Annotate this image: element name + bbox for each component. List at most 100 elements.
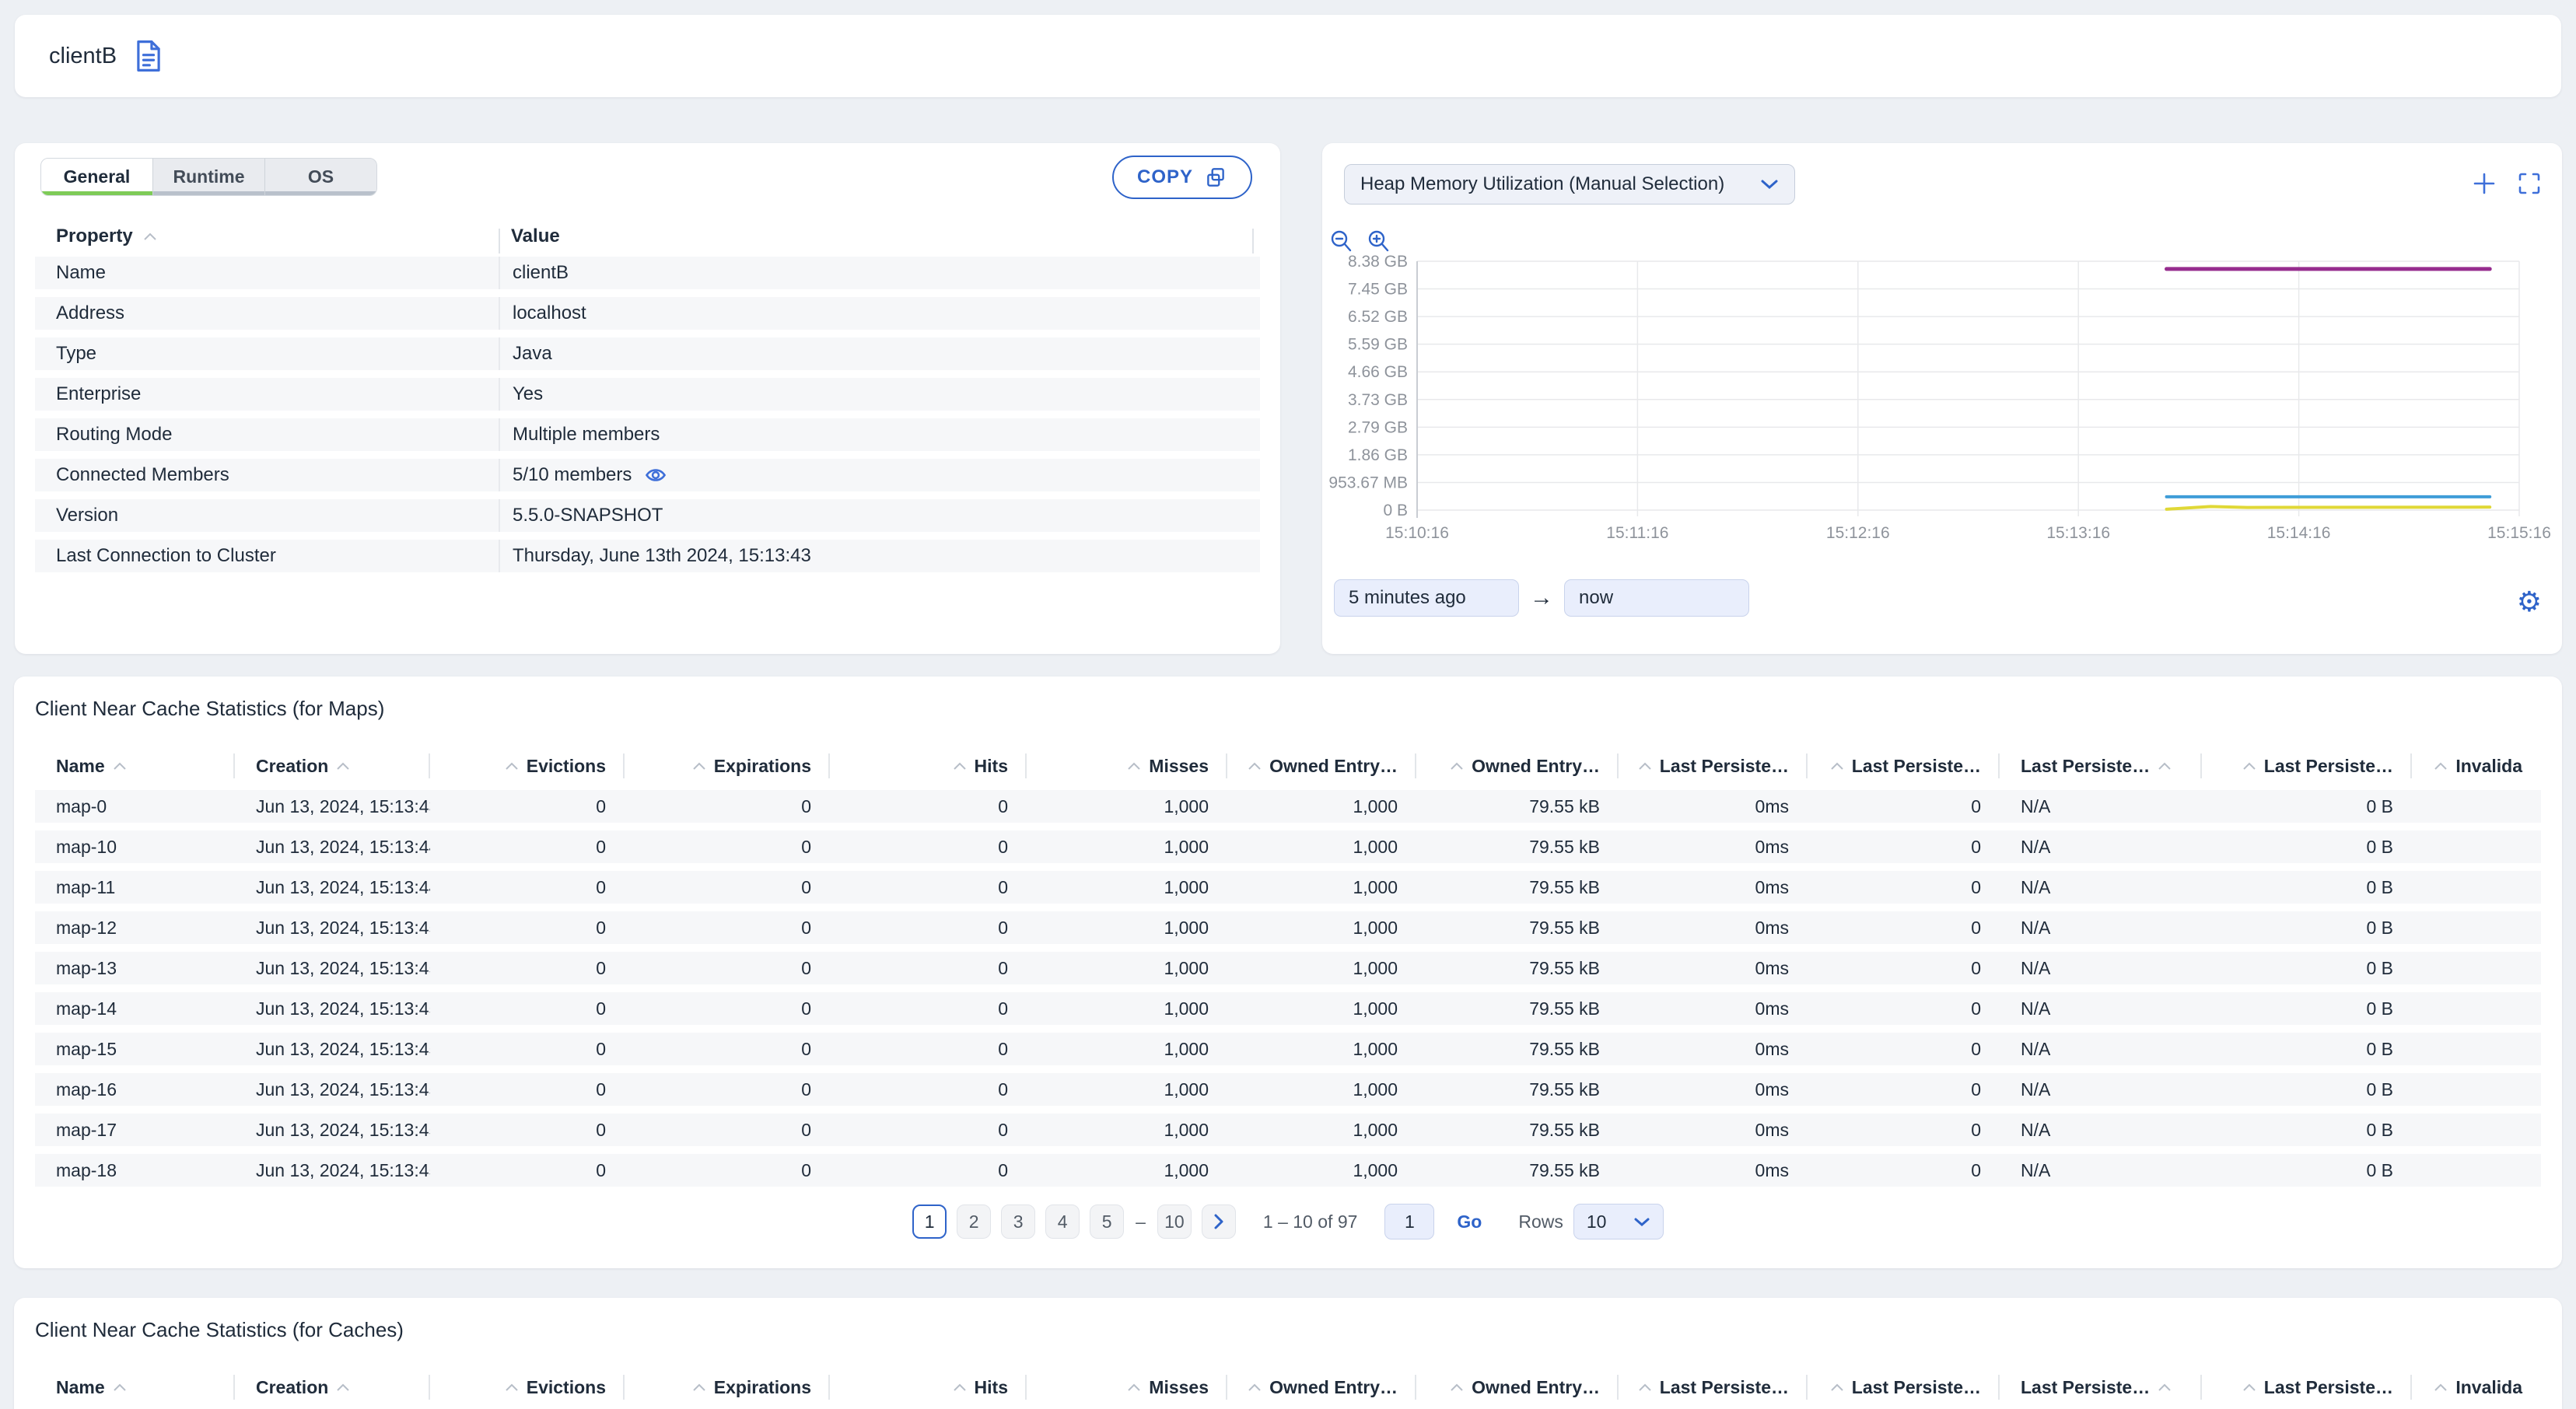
copy-button[interactable]: COPY	[1111, 156, 1252, 199]
sort-caret-icon	[113, 1383, 126, 1391]
cell-last-persistence-key: N/A	[2021, 836, 2051, 857]
cell-last-persistence-time: 0ms	[1755, 1038, 1789, 1059]
cell-hits: 0	[998, 1079, 1008, 1100]
cell-last-persistence-key: N/A	[2021, 876, 2051, 897]
caches-table-header: Name Creation Evictions Expirations Hits…	[35, 1369, 2541, 1405]
column-header-creation[interactable]: Creation	[235, 748, 430, 784]
page-button-4[interactable]: 4	[1045, 1204, 1080, 1239]
table-row: map-15 Jun 13, 2024, 15:13:45 0 0 0 1,00…	[35, 1033, 2541, 1065]
column-header-owned-entry-memory[interactable]: Owned Entry…	[1416, 1369, 1619, 1405]
cell-last-persistence-count: 0	[1971, 1119, 1981, 1140]
sort-caret-icon	[2243, 1383, 2256, 1391]
rows-per-page-value: 10	[1586, 1211, 1607, 1232]
column-header-name[interactable]: Name	[35, 1369, 235, 1405]
cell-last-persistence-time: 0ms	[1755, 836, 1789, 857]
column-header-last-persistence-count[interactable]: Last Persiste…	[1808, 1369, 2000, 1405]
table-row: Connected Members 5/10 members	[35, 459, 1260, 491]
eye-icon[interactable]	[644, 465, 667, 485]
column-header-last-persistence-time[interactable]: Last Persiste…	[1619, 748, 1808, 784]
sort-caret-icon	[953, 1383, 966, 1391]
document-icon[interactable]	[134, 40, 163, 72]
zoom-out-icon[interactable]	[1328, 229, 1355, 255]
column-header-last-persistence-key[interactable]: Last Persiste…	[2000, 748, 2202, 784]
cell-owned-entry-count: 1,000	[1353, 957, 1398, 978]
page-button-2[interactable]: 2	[957, 1204, 992, 1239]
cell-last-persistence-count: 0	[1971, 1159, 1981, 1180]
zoom-in-icon[interactable]	[1366, 229, 1392, 255]
page-button-last[interactable]: 10	[1157, 1204, 1192, 1239]
tab-general[interactable]: General	[41, 159, 153, 195]
column-header-last-persistence-bytes[interactable]: Last Persiste…	[2202, 748, 2412, 784]
metric-select[interactable]: Heap Memory Utilization (Manual Selectio…	[1344, 164, 1795, 205]
sort-caret-icon	[143, 233, 156, 240]
column-header-owned-entry-memory[interactable]: Owned Entry…	[1416, 748, 1619, 784]
plus-icon[interactable]	[2472, 171, 2497, 196]
x-axis-tick-label: 15:15:16	[2487, 524, 2551, 542]
cell-invalidations	[2412, 871, 2541, 904]
sort-caret-icon	[337, 1383, 350, 1391]
page-number-input[interactable]	[1384, 1204, 1435, 1239]
cell-misses: 1,000	[1164, 1038, 1209, 1059]
next-page-button[interactable]	[1201, 1204, 1236, 1239]
fullscreen-icon[interactable]	[2517, 171, 2542, 196]
x-axis-tick-label: 15:14:16	[2267, 524, 2331, 542]
column-header-property[interactable]: Property	[35, 226, 499, 247]
column-header-invalidations[interactable]: Invalida	[2412, 748, 2541, 784]
page-button-1[interactable]: 1	[912, 1204, 947, 1239]
cell-last-persistence-count: 0	[1971, 998, 1981, 1019]
time-from-input[interactable]: 5 minutes ago	[1334, 579, 1519, 617]
sort-caret-icon	[1451, 1383, 1463, 1391]
y-axis-tick-label: 953.67 MB	[1328, 474, 1408, 491]
cell-creation: Jun 13, 2024, 15:13:45	[256, 998, 430, 1019]
cell-owned-entry-count: 1,000	[1353, 836, 1398, 857]
column-header-last-persistence-count[interactable]: Last Persiste…	[1808, 748, 2000, 784]
column-header-hits[interactable]: Hits	[830, 1369, 1027, 1405]
column-header-expirations[interactable]: Expirations	[625, 1369, 830, 1405]
page-range-text: 1 – 10 of 97	[1262, 1211, 1358, 1232]
column-header-last-persistence-time[interactable]: Last Persiste…	[1619, 1369, 1808, 1405]
time-to-input[interactable]: now	[1564, 579, 1749, 617]
cell-last-persistence-bytes: 0 B	[2366, 836, 2393, 857]
cell-name: map-17	[56, 1119, 117, 1140]
cell-misses: 1,000	[1164, 957, 1209, 978]
column-header-owned-entry-count[interactable]: Owned Entry…	[1227, 748, 1416, 784]
cell-invalidations	[2412, 1154, 2541, 1187]
gear-icon[interactable]: ⚙	[2517, 588, 2542, 616]
table-row: map-10 Jun 13, 2024, 15:13:44 0 0 0 1,00…	[35, 830, 2541, 863]
cell-name: map-14	[56, 998, 117, 1019]
column-header-hits[interactable]: Hits	[830, 748, 1027, 784]
sort-caret-icon	[506, 762, 518, 770]
cell-misses: 1,000	[1164, 795, 1209, 816]
column-header-last-persistence-bytes[interactable]: Last Persiste…	[2202, 1369, 2412, 1405]
column-header-invalidations[interactable]: Invalida	[2412, 1369, 2541, 1405]
column-header-misses[interactable]: Misses	[1027, 748, 1227, 784]
column-header-owned-entry-count[interactable]: Owned Entry…	[1227, 1369, 1416, 1405]
value-cell: Thursday, June 13th 2024, 15:13:43	[499, 540, 1260, 572]
property-cell: Enterprise	[56, 383, 142, 404]
cell-last-persistence-time: 0ms	[1755, 795, 1789, 816]
cell-last-persistence-time: 0ms	[1755, 998, 1789, 1019]
header-card: clientB	[15, 15, 2561, 97]
tab-runtime[interactable]: Runtime	[153, 159, 265, 195]
table-row: Routing Mode Multiple members	[35, 418, 1260, 451]
column-header-misses[interactable]: Misses	[1027, 1369, 1227, 1405]
column-header-name[interactable]: Name	[35, 748, 235, 784]
rows-per-page-select[interactable]: 10	[1573, 1204, 1664, 1239]
x-axis-tick-label: 15:12:16	[1826, 524, 1890, 542]
tab-os[interactable]: OS	[265, 159, 376, 195]
column-header-expirations[interactable]: Expirations	[625, 748, 830, 784]
page-button-3[interactable]: 3	[1001, 1204, 1036, 1239]
column-header-last-persistence-key[interactable]: Last Persiste…	[2000, 1369, 2202, 1405]
cell-evictions: 0	[596, 876, 606, 897]
arrow-right-icon: →	[1530, 585, 1553, 610]
column-header-evictions[interactable]: Evictions	[430, 748, 625, 784]
table-row: Enterprise Yes	[35, 378, 1260, 411]
column-header-creation[interactable]: Creation	[235, 1369, 430, 1405]
page-button-5[interactable]: 5	[1090, 1204, 1125, 1239]
go-button[interactable]: Go	[1457, 1211, 1482, 1232]
column-header-evictions[interactable]: Evictions	[430, 1369, 625, 1405]
cell-evictions: 0	[596, 917, 606, 938]
sort-caret-icon	[2158, 1383, 2171, 1391]
column-header-value[interactable]: Value	[499, 226, 1260, 253]
value-text: 5.5.0-SNAPSHOT	[513, 505, 663, 526]
